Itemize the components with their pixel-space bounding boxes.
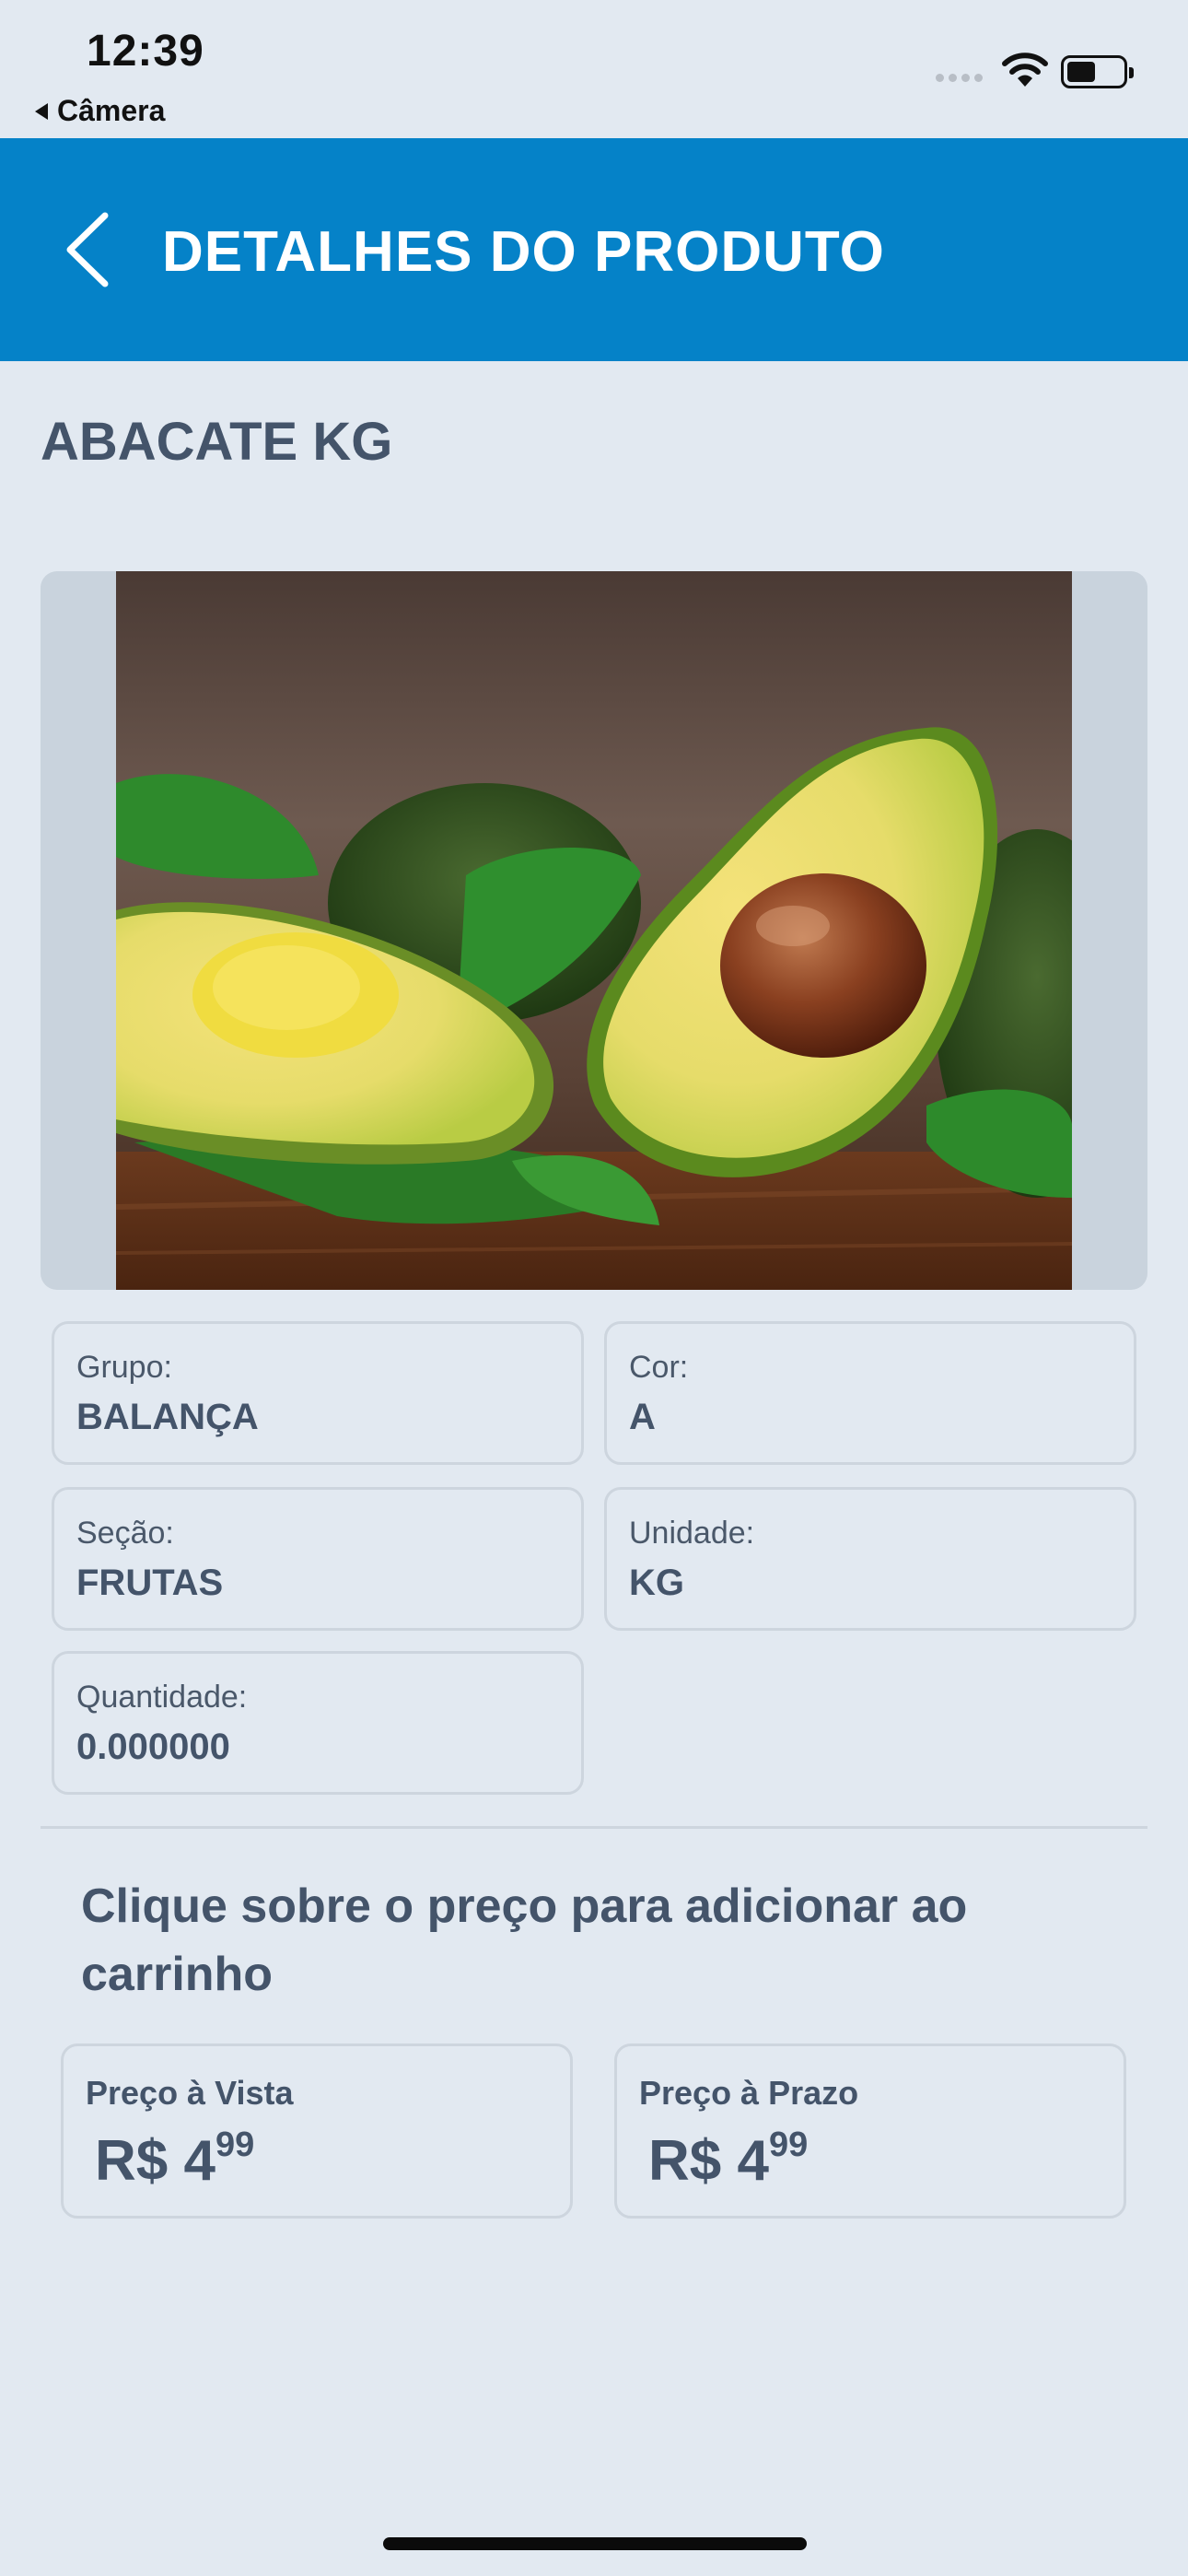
battery-icon [1061, 55, 1134, 88]
unidade-value: KG [629, 1563, 684, 1603]
secao-value: FRUTAS [76, 1563, 224, 1603]
home-indicator[interactable] [383, 2537, 807, 2550]
cor-value: A [629, 1397, 656, 1437]
back-app-label: Câmera [57, 94, 166, 127]
price-prazo-button[interactable]: Preço à Prazo R$ 499 [614, 2043, 1126, 2219]
status-time: 12:39 [87, 27, 204, 76]
price-vista-cents: 99 [215, 2125, 255, 2164]
wifi-icon [1002, 53, 1048, 87]
section-divider [41, 1826, 1147, 1829]
price-prazo-label: Preço à Prazo [639, 2074, 859, 2112]
quantidade-value: 0.000000 [76, 1727, 230, 1767]
grupo-value: BALANÇA [76, 1397, 259, 1437]
price-vista-label: Preço à Vista [86, 2074, 294, 2112]
product-name: ABACATE KG [41, 412, 393, 472]
page-title: DETALHES DO PRODUTO [162, 220, 885, 284]
app-header: DETALHES DO PRODUTO [0, 138, 1188, 361]
info-card-unidade: Unidade: KG [604, 1487, 1136, 1631]
back-to-app-link[interactable]: Câmera [35, 94, 165, 128]
product-image-frame [41, 571, 1147, 1290]
unidade-label: Unidade: [629, 1516, 755, 1551]
grupo-label: Grupo: [76, 1350, 172, 1385]
info-card-quantidade: Quantidade: 0.000000 [52, 1651, 584, 1795]
secao-label: Seção: [76, 1516, 174, 1551]
back-chevron-icon[interactable] [57, 208, 122, 291]
info-card-cor: Cor: A [604, 1321, 1136, 1465]
status-bar: 12:39 Câmera [0, 0, 1188, 138]
quantidade-label: Quantidade: [76, 1680, 248, 1715]
price-vista-value[interactable]: R$ 499 [95, 2125, 254, 2194]
info-card-secao: Seção: FRUTAS [52, 1487, 584, 1631]
cor-label: Cor: [629, 1350, 689, 1385]
add-to-cart-instruction: Clique sobre o preço para adicionar ao c… [81, 1879, 968, 2001]
info-card-grupo: Grupo: BALANÇA [52, 1321, 584, 1465]
cellular-signal-icon [936, 74, 983, 82]
price-prazo-value[interactable]: R$ 499 [648, 2125, 808, 2194]
back-triangle-icon [35, 102, 48, 120]
price-prazo-cents: 99 [768, 2125, 809, 2164]
product-image [116, 571, 1072, 1290]
price-vista-button[interactable]: Preço à Vista R$ 499 [61, 2043, 573, 2219]
